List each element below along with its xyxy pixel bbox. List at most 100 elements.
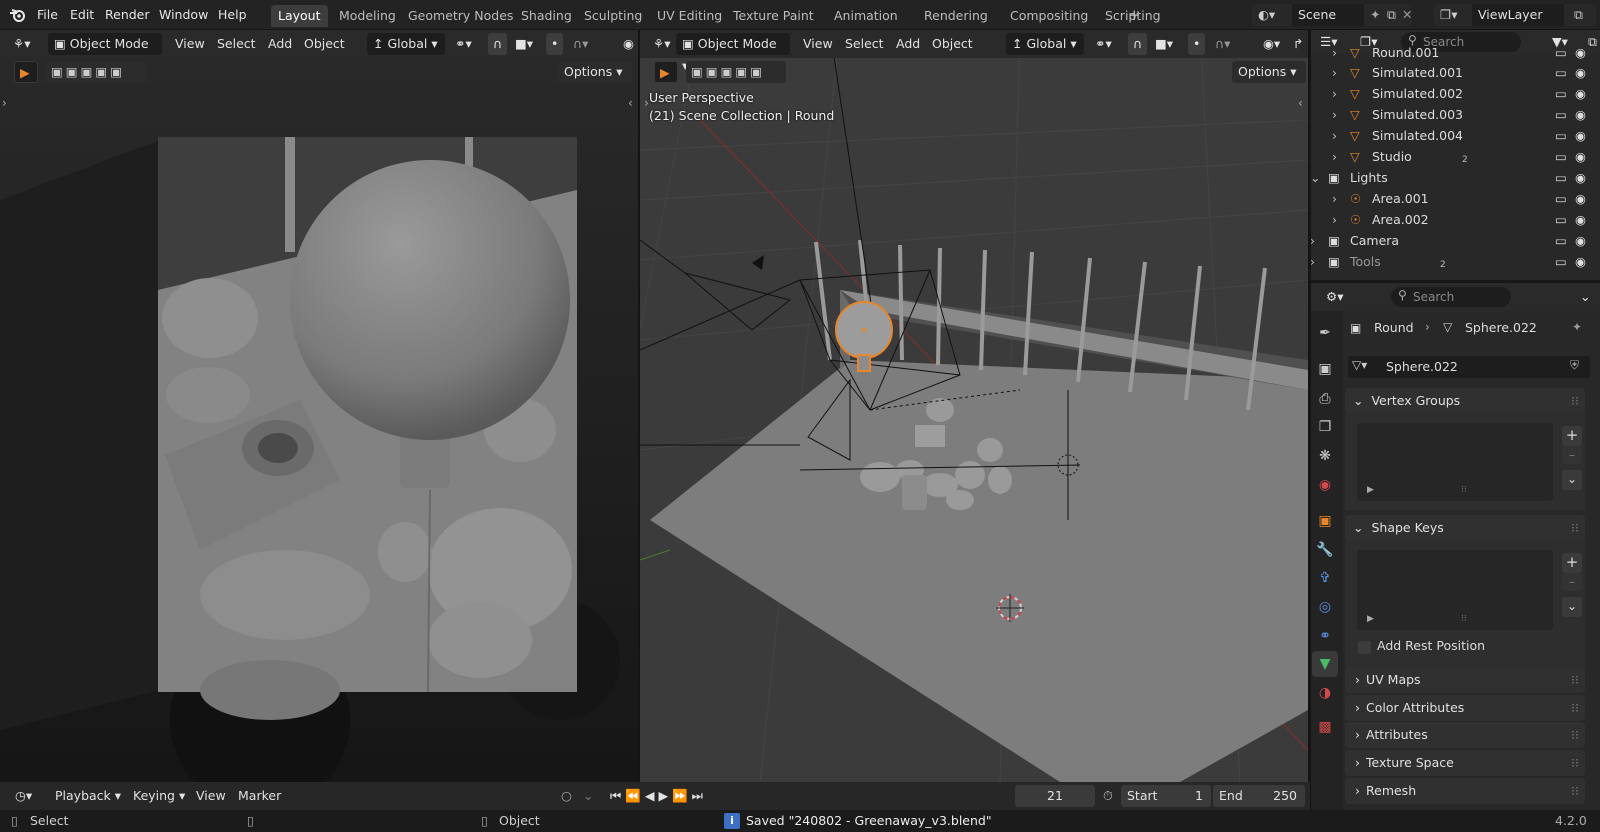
- render-visibility-icon[interactable]: ◉: [1575, 231, 1586, 251]
- outliner-row[interactable]: › ▽ Round.001 ▭ ◉: [1310, 43, 1595, 63]
- properties-editor-icon[interactable]: ⚙▾: [1321, 286, 1348, 308]
- expand-toggle-icon[interactable]: ›: [1332, 189, 1337, 209]
- menu-add[interactable]: Add: [891, 33, 925, 55]
- outliner-row[interactable]: › ▽ Studio 2 ▭ ◉: [1310, 147, 1595, 167]
- fake-user-shield-icon[interactable]: ⛨: [1570, 358, 1579, 373]
- snap-target-icon[interactable]: ■▾: [1150, 33, 1178, 55]
- outliner-row[interactable]: › ▽ Simulated.003 ▭ ◉: [1310, 105, 1595, 125]
- select-mode-icons[interactable]: ▣▣▣▣▣: [686, 61, 786, 83]
- menu-view[interactable]: View: [170, 33, 210, 55]
- pin-icon[interactable]: ✦: [1370, 4, 1380, 26]
- status-message[interactable]: Saved "240802 - Greenaway_v3.blend": [746, 810, 992, 832]
- menu-file[interactable]: File: [33, 5, 62, 25]
- menu-help[interactable]: Help: [214, 5, 251, 25]
- outliner-row[interactable]: › ▽ Simulated.001 ▭ ◉: [1310, 63, 1595, 83]
- menu-view[interactable]: View: [798, 33, 838, 55]
- list-resize-handle[interactable]: ⁝⁝: [1461, 614, 1467, 624]
- expand-toggle-icon[interactable]: ›: [1332, 84, 1337, 104]
- shape-key-specials-icon[interactable]: ⌄: [1562, 597, 1582, 617]
- expand-toggle-icon[interactable]: ›: [1332, 210, 1337, 230]
- outliner-row[interactable]: ⌄ ▣ Lights ▭ ◉: [1310, 168, 1595, 188]
- texture-space-panel-header[interactable]: › Texture Space ⁝⁝: [1345, 750, 1585, 776]
- proportional-edit-icon[interactable]: •: [1188, 33, 1206, 55]
- outliner-row[interactable]: › ▽ Simulated.002 ▭ ◉: [1310, 84, 1595, 104]
- uv-maps-panel-header[interactable]: › UV Maps ⁝⁝: [1345, 667, 1585, 693]
- scene-tab-icon[interactable]: ❋: [1312, 443, 1338, 469]
- snap-target-icon[interactable]: ■▾: [510, 33, 538, 55]
- viewport-visibility-icon[interactable]: ▭: [1555, 105, 1567, 125]
- list-expand-icon[interactable]: ▶: [1367, 614, 1374, 624]
- vertex-group-specials-icon[interactable]: ⌄: [1562, 470, 1582, 490]
- viewport-visibility-icon[interactable]: ▭: [1555, 231, 1567, 251]
- outliner-row[interactable]: › ▽ Simulated.004 ▭ ◉: [1310, 126, 1595, 146]
- shape-keys-list[interactable]: ▶ ⁝⁝: [1357, 550, 1553, 630]
- physics-tab-icon[interactable]: ◎: [1312, 594, 1338, 620]
- jump-end-icon[interactable]: ⏭: [692, 788, 707, 803]
- editor-type-icon[interactable]: ⚘▾: [648, 33, 675, 55]
- viewport-visibility-icon[interactable]: ▭: [1555, 126, 1567, 146]
- modifier-tab-icon[interactable]: 🔧: [1312, 537, 1338, 563]
- menu-edit[interactable]: Edit: [66, 5, 98, 25]
- play-icon[interactable]: ▶: [658, 788, 672, 803]
- orientation-dropdown[interactable]: ↥ Global ▾: [1006, 33, 1084, 55]
- world-tab-icon[interactable]: ◉: [1312, 472, 1338, 498]
- menu-window[interactable]: Window: [155, 5, 212, 25]
- proportional-edit-icon[interactable]: •: [546, 33, 564, 55]
- end-frame-field[interactable]: End 250: [1213, 785, 1305, 807]
- expand-toggle-icon[interactable]: ›: [1310, 252, 1315, 272]
- next-keyframe-icon[interactable]: ⏩: [672, 788, 692, 803]
- outliner-row[interactable]: › ☉ Area.001 ▭ ◉: [1310, 189, 1595, 209]
- pin-icon[interactable]: ✦: [1572, 320, 1582, 334]
- vertex-groups-panel-header[interactable]: ⌄ Vertex Groups ⁝⁝: [1345, 388, 1585, 414]
- stopwatch-icon[interactable]: ⏱: [1098, 785, 1118, 807]
- drag-handle-icon[interactable]: ⁝⁝: [1571, 722, 1579, 748]
- tab-uv-editing[interactable]: UV Editing: [650, 5, 729, 27]
- render-visibility-icon[interactable]: ◉: [1575, 210, 1586, 230]
- remesh-panel-header[interactable]: › Remesh ⁝⁝: [1345, 778, 1585, 804]
- outliner-row[interactable]: › ▣ Tools 2 ▭ ◉: [1310, 252, 1595, 272]
- render-visibility-icon[interactable]: ◉: [1575, 189, 1586, 209]
- viewport-visibility-icon[interactable]: ▭: [1555, 43, 1567, 63]
- attributes-panel-header[interactable]: › Attributes ⁝⁝: [1345, 722, 1585, 748]
- toolbar-toggle-icon[interactable]: ›: [2, 96, 7, 110]
- falloff-icon[interactable]: ∩▾: [568, 33, 593, 55]
- render-visibility-icon[interactable]: ◉: [1575, 168, 1586, 188]
- left-viewport[interactable]: ⚘▾ ▣ Object Mode ▾ View Select Add Objec…: [0, 30, 638, 782]
- scene-name[interactable]: Scene: [1292, 4, 1364, 26]
- keying-menu[interactable]: Keying ▾: [128, 785, 190, 807]
- expand-toggle-icon[interactable]: ›: [1332, 147, 1337, 167]
- falloff-icon[interactable]: ∩▾: [1210, 33, 1235, 55]
- menu-object[interactable]: Object: [927, 33, 978, 55]
- render-visibility-icon[interactable]: ◉: [1575, 63, 1586, 83]
- menu-render[interactable]: Render: [101, 5, 154, 25]
- menu-select[interactable]: Select: [212, 33, 261, 55]
- viewport-visibility-icon[interactable]: ▭: [1555, 210, 1567, 230]
- playback-menu[interactable]: Playback ▾: [50, 785, 126, 807]
- tab-geometry-nodes[interactable]: Geometry Nodes: [401, 5, 520, 27]
- mesh-data-selector[interactable]: ▽▾ Sphere.022 ⛨: [1348, 356, 1590, 378]
- add-shape-key-button[interactable]: +: [1562, 553, 1582, 573]
- options-chevron-icon[interactable]: ⌄: [1575, 286, 1595, 308]
- render-visibility-icon[interactable]: ◉: [1575, 147, 1586, 167]
- menu-select[interactable]: Select: [840, 33, 889, 55]
- view-layer-name[interactable]: ViewLayer: [1472, 4, 1564, 26]
- snap-icon[interactable]: ∩: [1128, 33, 1148, 55]
- start-frame-field[interactable]: Start 1: [1121, 785, 1211, 807]
- vertex-groups-list[interactable]: ▶ ⁝⁝: [1357, 423, 1553, 501]
- tab-layout[interactable]: Layout: [271, 5, 328, 27]
- menu-object[interactable]: Object: [299, 33, 350, 55]
- options-dropdown[interactable]: Options ▾: [558, 61, 632, 83]
- timeline-editor-icon[interactable]: ◷▾: [10, 785, 37, 807]
- render-tab-icon[interactable]: ▣: [1312, 356, 1338, 382]
- tab-texture-paint[interactable]: Texture Paint: [726, 5, 821, 27]
- remove-shape-key-button[interactable]: –: [1562, 573, 1582, 591]
- expand-toggle-icon[interactable]: ›: [1332, 105, 1337, 125]
- render-visibility-icon[interactable]: ◉: [1575, 252, 1586, 272]
- viewport-visibility-icon[interactable]: ▭: [1555, 189, 1567, 209]
- gizmo-icon[interactable]: ↱: [1288, 33, 1308, 55]
- snap-icon[interactable]: ∩: [488, 33, 508, 55]
- expand-toggle-icon[interactable]: ›: [1332, 63, 1337, 83]
- menu-add[interactable]: Add: [263, 33, 297, 55]
- render-visibility-icon[interactable]: ◉: [1575, 105, 1586, 125]
- jump-start-icon[interactable]: ⏮: [610, 788, 625, 803]
